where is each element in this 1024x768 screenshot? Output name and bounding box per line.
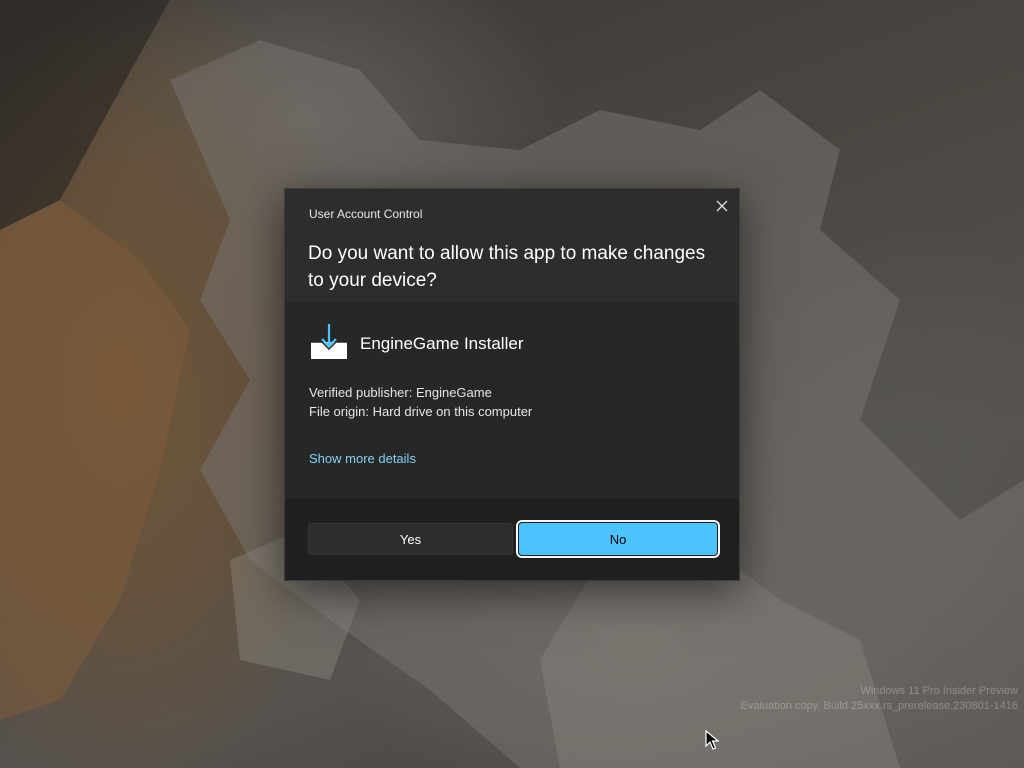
app-name: EngineGame Installer xyxy=(360,334,524,353)
close-button[interactable] xyxy=(709,195,735,217)
close-icon xyxy=(716,200,728,212)
dialog-header: User Account Control Do you want to allo… xyxy=(285,189,739,302)
file-origin: File origin: Hard drive on this computer xyxy=(309,404,533,419)
verified-publisher: Verified publisher: EngineGame xyxy=(309,385,492,400)
dialog-footer: Yes No xyxy=(285,499,739,580)
installer-download-icon xyxy=(311,324,347,359)
yes-button[interactable]: Yes xyxy=(308,523,513,555)
watermark-line-1: Windows 11 Pro Insider Preview xyxy=(860,685,1018,697)
mouse-pointer-icon xyxy=(705,730,719,750)
dialog-title: User Account Control xyxy=(309,207,423,221)
no-button[interactable]: No xyxy=(516,520,720,558)
dialog-question: Do you want to allow this app to make ch… xyxy=(308,243,706,291)
desktop-watermark: Windows 11 Pro Insider Preview Evaluatio… xyxy=(741,684,1018,714)
uac-dialog: User Account Control Do you want to allo… xyxy=(284,188,740,581)
watermark-line-2: Evaluation copy. Build 25xxx.rs_prerelea… xyxy=(740,700,1018,712)
show-more-details-link[interactable]: Show more details xyxy=(309,451,416,466)
